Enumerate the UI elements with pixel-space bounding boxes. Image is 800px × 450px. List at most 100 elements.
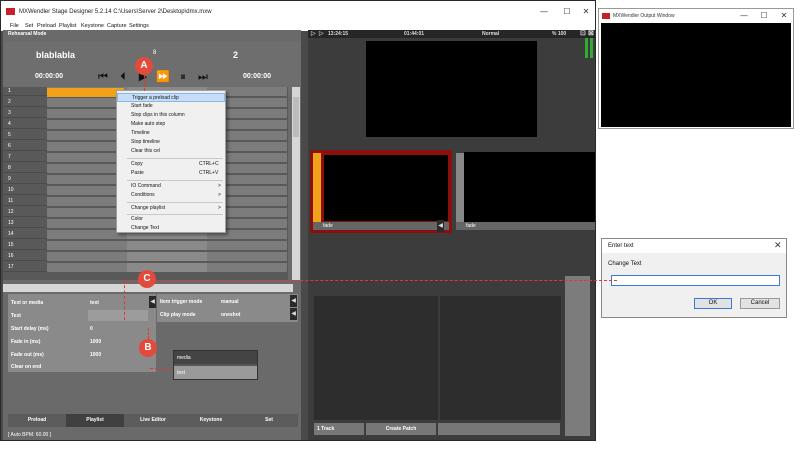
skip-forward-button[interactable]: ⏭ bbox=[196, 70, 210, 84]
clock-time: 13:24:15 bbox=[328, 31, 349, 37]
row-cells[interactable] bbox=[47, 263, 287, 272]
layer-preview-1[interactable] bbox=[324, 155, 448, 221]
tab-keystone[interactable]: Keystone bbox=[182, 414, 240, 427]
output-percent[interactable]: % 100 bbox=[552, 31, 566, 37]
prop-label: Clear on end bbox=[11, 364, 42, 370]
close-button[interactable]: ✕ bbox=[779, 11, 789, 21]
vu-meter-left bbox=[585, 38, 588, 58]
dialog-title-bar: Enter text ✕ bbox=[602, 239, 786, 253]
submenu-arrow-icon: > bbox=[218, 183, 221, 189]
prop-value[interactable]: oneshot bbox=[221, 312, 240, 318]
layer-level-bar-2[interactable] bbox=[456, 153, 464, 222]
menu-item-io-command[interactable]: IO Command > bbox=[117, 182, 225, 191]
menu-item-stop-timeline[interactable]: Stop timeline bbox=[117, 138, 225, 147]
tab-playlist[interactable]: Playlist bbox=[66, 414, 124, 427]
play-icon[interactable]: ▷ bbox=[311, 30, 316, 37]
row-cell[interactable] bbox=[127, 241, 207, 250]
menu-item-shortcut: CTRL+V bbox=[199, 170, 219, 176]
prop-value[interactable]: 1000 bbox=[90, 339, 101, 345]
active-clip-cell[interactable] bbox=[47, 88, 124, 97]
side-strip bbox=[565, 276, 590, 436]
text-or-media-dropdown: media text bbox=[173, 350, 258, 380]
menu-item-label: Start fade bbox=[131, 103, 153, 109]
annotation-line bbox=[148, 328, 149, 339]
menu-item-change-text[interactable]: Change Text bbox=[117, 224, 225, 233]
next-icon[interactable]: ▷ bbox=[319, 30, 324, 37]
change-text-input[interactable] bbox=[611, 275, 780, 286]
menu-item-change-playlist[interactable]: Change playlist > bbox=[117, 204, 225, 213]
blend-mode[interactable]: Normal bbox=[482, 31, 499, 37]
row-cell[interactable] bbox=[127, 263, 207, 272]
prop-value[interactable]: 1000 bbox=[90, 352, 101, 358]
step-back-button[interactable]: ⏴ bbox=[116, 70, 130, 84]
pause-button[interactable]: ⏸ bbox=[176, 70, 190, 84]
output-window: MXWendler Output Window — ☐ ✕ bbox=[598, 8, 794, 129]
cancel-button[interactable]: Cancel bbox=[740, 298, 780, 309]
menu-separator bbox=[127, 180, 223, 181]
layer-1-arrow-icon[interactable]: ◀ bbox=[437, 220, 444, 232]
maximize-button[interactable]: ☐ bbox=[759, 11, 769, 21]
app-logo-icon bbox=[6, 8, 15, 15]
menu-item-conditions[interactable]: Conditions > bbox=[117, 191, 225, 200]
menu-settings[interactable]: Settings bbox=[129, 23, 149, 29]
fullscreen-icon[interactable]: ⊡ bbox=[580, 29, 586, 37]
menu-item-label: Copy bbox=[131, 161, 143, 167]
menu-item-clear-cell[interactable]: Clear this cel bbox=[117, 147, 225, 156]
row-number: 8 bbox=[8, 165, 11, 171]
dropdown-option-media[interactable]: media bbox=[174, 351, 257, 364]
create-patch-button[interactable]: Create Patch bbox=[366, 423, 436, 435]
text-field[interactable] bbox=[88, 310, 148, 321]
dropdown-option-text[interactable]: text bbox=[174, 366, 257, 379]
close-button[interactable]: ✕ bbox=[581, 7, 591, 17]
menu-item-stop-clips[interactable]: Stop clips in this column bbox=[117, 111, 225, 120]
tab-set[interactable]: Set bbox=[240, 414, 298, 427]
effect-slot-1[interactable] bbox=[314, 296, 438, 420]
menu-item-auto-step[interactable]: Make auto step bbox=[117, 120, 225, 129]
title-bar: MXWendler Stage Designer 5.2.14 C:\Users… bbox=[1, 1, 595, 23]
menu-keystone[interactable]: Keystone bbox=[81, 23, 104, 29]
layer-level-bar[interactable] bbox=[313, 153, 321, 222]
fast-forward-button[interactable]: ⏩ bbox=[156, 70, 170, 84]
scrollbar-thumb[interactable] bbox=[293, 97, 299, 137]
menu-file[interactable]: File bbox=[10, 23, 19, 29]
menu-item-start-fade[interactable]: Start fade bbox=[117, 102, 225, 111]
menu-preload[interactable]: Preload bbox=[37, 23, 56, 29]
menu-item-paste[interactable]: Paste CTRL+V bbox=[117, 169, 225, 178]
row-cell[interactable] bbox=[127, 252, 207, 261]
layer-preview-2[interactable] bbox=[464, 152, 595, 222]
prop-value[interactable]: manual bbox=[221, 299, 239, 305]
prop-value[interactable]: 0 bbox=[90, 326, 93, 332]
grid-row[interactable]: 15 bbox=[3, 241, 288, 250]
track-button[interactable]: 1 Track bbox=[314, 423, 364, 435]
menu-capture[interactable]: Capture bbox=[107, 23, 127, 29]
menu-item-color[interactable]: Color bbox=[117, 215, 225, 224]
ok-button[interactable]: OK bbox=[694, 298, 732, 309]
grid-row[interactable]: 16 bbox=[3, 252, 288, 261]
skip-back-button[interactable]: ⏮ bbox=[96, 70, 110, 84]
enter-text-dialog: Enter text ✕ Change Text OK Cancel bbox=[601, 238, 787, 318]
menu-item-copy[interactable]: Copy CTRL+C bbox=[117, 160, 225, 169]
vertical-scrollbar[interactable] bbox=[292, 87, 300, 280]
close-icon[interactable]: ✕ bbox=[774, 241, 782, 251]
tab-live-editor[interactable]: Live Editor bbox=[124, 414, 182, 427]
output-window-title: MXWendler Output Window bbox=[613, 13, 675, 19]
minimize-button[interactable]: — bbox=[539, 7, 549, 17]
empty-button[interactable] bbox=[438, 423, 560, 435]
menu-set[interactable]: Set bbox=[25, 23, 33, 29]
effect-slot-2[interactable] bbox=[440, 296, 561, 420]
tab-preload[interactable]: Preload bbox=[8, 414, 66, 427]
row-cells[interactable] bbox=[47, 252, 287, 261]
prop-label: Fade in (ms) bbox=[11, 339, 41, 345]
maximize-button[interactable]: ☐ bbox=[562, 7, 572, 17]
menu-playlist[interactable]: Playlist bbox=[59, 23, 76, 29]
prop-value[interactable]: text bbox=[90, 300, 99, 306]
row-cells[interactable] bbox=[47, 241, 287, 250]
minimize-button[interactable]: — bbox=[739, 11, 749, 21]
close-output-icon[interactable]: ⊠ bbox=[588, 29, 594, 37]
dropdown-arrow-icon[interactable]: ◀ bbox=[149, 296, 156, 308]
menu-item-trigger-preload[interactable]: Trigger a preload clip bbox=[117, 93, 225, 102]
menu-item-timeline[interactable]: Timeline bbox=[117, 129, 225, 138]
row-number: 5 bbox=[8, 132, 11, 138]
dropdown-arrow-icon[interactable]: ◀ bbox=[290, 308, 297, 320]
dropdown-arrow-icon[interactable]: ◀ bbox=[290, 295, 297, 307]
